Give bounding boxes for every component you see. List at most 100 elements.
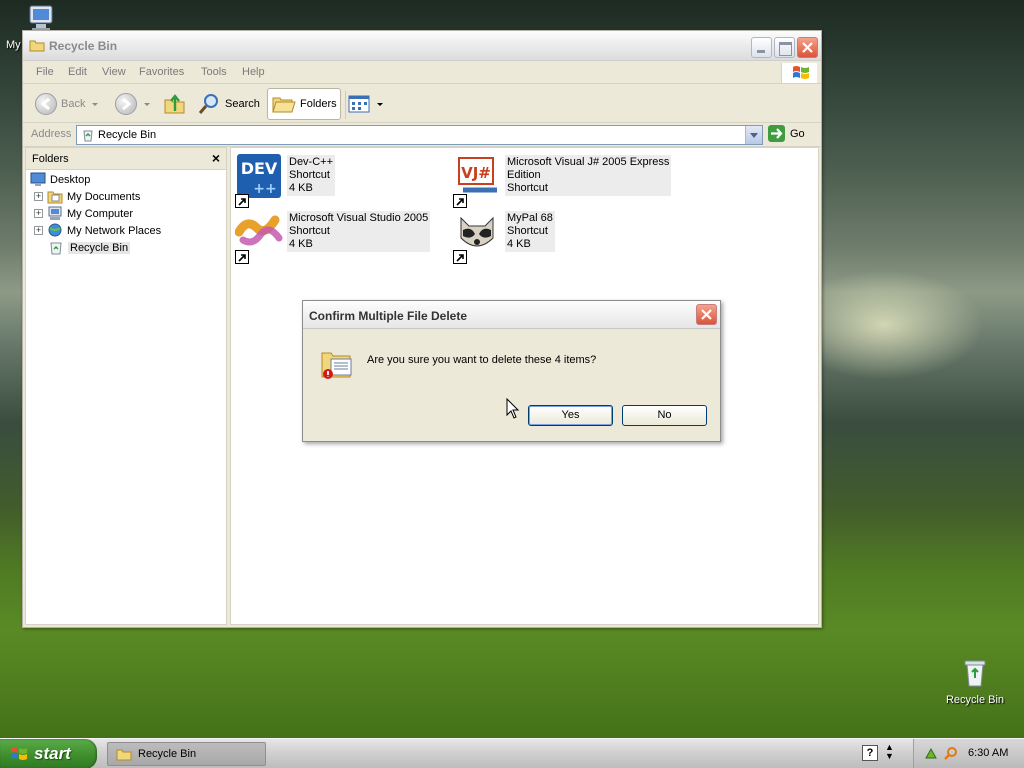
folders-pane-header: Folders × bbox=[26, 148, 226, 170]
dialog-title: Confirm Multiple File Delete bbox=[309, 309, 468, 323]
taskbar-item-recycle-bin[interactable]: Recycle Bin bbox=[107, 742, 266, 766]
search-button[interactable]: Search bbox=[197, 88, 260, 120]
taskbar-scroll-arrows-icon[interactable]: ▲ ▼ bbox=[885, 743, 894, 761]
go-arrow-icon bbox=[768, 125, 785, 142]
file-name: Microsoft Visual J# 2005 Express bbox=[507, 156, 670, 168]
start-label: start bbox=[34, 744, 71, 763]
tree-item-my-network-places[interactable]: + My Network Places bbox=[34, 222, 161, 239]
folders-pane-close-icon[interactable]: × bbox=[212, 150, 220, 166]
search-tray-icon[interactable] bbox=[944, 746, 958, 760]
yes-button[interactable]: Yes bbox=[528, 405, 613, 426]
network-tray-icon[interactable] bbox=[924, 746, 938, 760]
svg-text:VJ#: VJ# bbox=[461, 164, 491, 182]
help-icon[interactable]: ? bbox=[862, 745, 878, 761]
folder-icon bbox=[29, 40, 45, 52]
file-item-devcpp[interactable]: DEV ++ Dev-C++ Shortcut 4 KB bbox=[235, 152, 445, 208]
menu-view[interactable]: View bbox=[102, 66, 126, 78]
address-dropdown-button[interactable] bbox=[745, 126, 762, 144]
expand-toggle[interactable]: + bbox=[34, 226, 43, 235]
folder-icon bbox=[116, 749, 132, 761]
menu-edit[interactable]: Edit bbox=[68, 66, 87, 78]
tree-item-label: My Network Places bbox=[67, 224, 162, 237]
file-name: Dev-C++ bbox=[289, 156, 334, 168]
tree-item-label: My Documents bbox=[67, 190, 141, 203]
forward-button[interactable] bbox=[115, 88, 150, 120]
close-button[interactable] bbox=[797, 37, 818, 58]
windows-logo-throbber bbox=[781, 63, 817, 83]
address-input[interactable]: Recycle Bin bbox=[76, 125, 763, 145]
vjsharp-icon: VJ# bbox=[458, 157, 497, 193]
file-size: 4 KB bbox=[289, 238, 313, 250]
folders-button[interactable]: Folders bbox=[267, 88, 341, 120]
dialog-close-button[interactable] bbox=[696, 304, 717, 325]
mouse-cursor-icon bbox=[506, 398, 520, 419]
desktop-icon-recycle-bin[interactable]: Recycle Bin bbox=[940, 656, 1010, 712]
svg-text:DEV: DEV bbox=[241, 159, 278, 178]
chevron-down-icon[interactable] bbox=[377, 102, 383, 106]
folders-pane: Folders × Desktop + My Documents + My Co… bbox=[25, 147, 227, 625]
svg-text:++: ++ bbox=[253, 181, 276, 197]
back-arrow-icon bbox=[35, 93, 57, 115]
toolbar-separator bbox=[345, 91, 346, 119]
file-item-visual-studio[interactable]: Microsoft Visual Studio 2005 Shortcut 4 … bbox=[235, 208, 445, 264]
visual-studio-icon bbox=[235, 215, 283, 246]
views-icon bbox=[348, 95, 370, 113]
chevron-down-icon[interactable] bbox=[144, 102, 150, 106]
dialog-titlebar[interactable]: Confirm Multiple File Delete bbox=[303, 301, 720, 329]
window-titlebar[interactable]: Recycle Bin bbox=[23, 31, 821, 61]
maximize-button[interactable] bbox=[774, 37, 795, 58]
system-tray: 6:30 AM bbox=[913, 739, 1024, 768]
back-button[interactable]: Back bbox=[35, 88, 99, 120]
recycle-bin-icon bbox=[50, 242, 62, 255]
back-label: Back bbox=[61, 98, 86, 110]
clock[interactable]: 6:30 AM bbox=[968, 747, 1008, 759]
recycle-bin-icon bbox=[83, 130, 93, 142]
file-name-continued: Edition bbox=[507, 169, 541, 181]
expand-toggle[interactable]: + bbox=[34, 209, 43, 218]
search-icon bbox=[198, 94, 218, 114]
file-item-mypal[interactable]: MyPal 68 Shortcut 4 KB bbox=[453, 208, 653, 264]
file-item-text: MyPal 68 Shortcut 4 KB bbox=[505, 211, 555, 252]
file-type: Shortcut bbox=[289, 169, 330, 181]
folder-up-icon bbox=[164, 94, 185, 114]
file-item-text: Microsoft Visual J# 2005 Express Edition… bbox=[505, 155, 672, 196]
delete-files-warning-icon bbox=[321, 352, 352, 379]
tree-item-my-documents[interactable]: + My Documents bbox=[34, 188, 140, 205]
start-button[interactable]: start bbox=[0, 739, 97, 768]
shortcut-arrow-icon bbox=[235, 194, 249, 208]
expand-toggle[interactable]: + bbox=[34, 192, 43, 201]
file-item-vjsharp[interactable]: VJ# Microsoft Visual J# 2005 Express Edi… bbox=[453, 152, 773, 208]
computer-icon bbox=[48, 206, 62, 220]
menu-file[interactable]: File bbox=[36, 66, 54, 78]
folders-pane-title: Folders bbox=[32, 153, 69, 165]
desktop-icon-label: My bbox=[6, 39, 21, 51]
menu-tools[interactable]: Tools bbox=[201, 66, 227, 78]
file-item-text: Dev-C++ Shortcut 4 KB bbox=[287, 155, 336, 196]
menu-favorites[interactable]: Favorites bbox=[139, 66, 184, 78]
taskbar: start Recycle Bin ? ▲ ▼ 6:30 AM bbox=[0, 738, 1024, 768]
desktop-icon bbox=[30, 172, 46, 186]
file-type: Shortcut bbox=[289, 225, 330, 237]
shortcut-arrow-icon bbox=[235, 250, 249, 264]
menu-bar: File Edit View Favorites Tools Help bbox=[23, 62, 821, 84]
tree-item-recycle-bin[interactable]: Recycle Bin bbox=[48, 239, 131, 256]
no-button[interactable]: No bbox=[622, 405, 707, 426]
search-label: Search bbox=[225, 98, 260, 110]
chevron-down-icon[interactable] bbox=[92, 102, 99, 106]
up-folder-button[interactable] bbox=[163, 88, 187, 120]
windows-flag-icon bbox=[793, 66, 809, 79]
forward-arrow-icon bbox=[115, 93, 137, 115]
tree-item-desktop[interactable]: Desktop bbox=[30, 171, 90, 188]
recycle-bin-icon bbox=[964, 660, 986, 687]
devcpp-icon: DEV ++ bbox=[237, 154, 281, 198]
tree-item-my-computer[interactable]: + My Computer bbox=[34, 205, 133, 222]
address-bar: Address Recycle Bin Go bbox=[23, 123, 821, 147]
taskbar-item-label: Recycle Bin bbox=[138, 748, 197, 760]
views-button[interactable] bbox=[348, 88, 383, 120]
minimize-button[interactable] bbox=[751, 37, 772, 58]
go-button[interactable]: Go bbox=[768, 125, 805, 142]
file-size: 4 KB bbox=[289, 182, 313, 194]
desktop-icon-label: Recycle Bin bbox=[945, 694, 1005, 706]
menu-help[interactable]: Help bbox=[242, 66, 265, 78]
network-globe-icon bbox=[48, 223, 62, 237]
